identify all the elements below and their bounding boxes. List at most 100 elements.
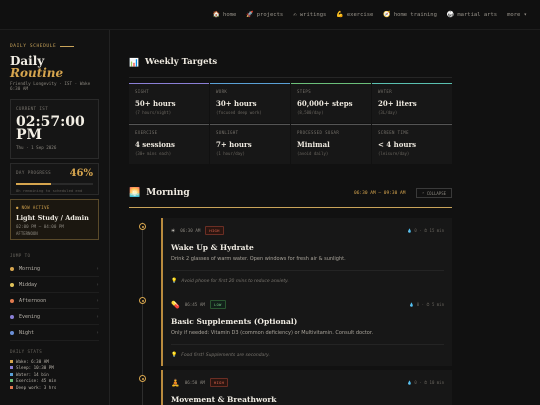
task-divider [171, 344, 444, 345]
stat-text: Wake: 6:30 AM [16, 358, 49, 364]
target-label: SIGHT [135, 89, 150, 94]
weekly-targets-grid: SIGHT 50+ hours (7 hours/night) WORK 30+ hou… [129, 83, 452, 164]
progress-percent: 46% [69, 168, 93, 179]
stat-text: Water: 14 bin [16, 371, 49, 377]
now-active-time: 02:00 PM — 04:00 PM [16, 224, 64, 229]
task-header: 🧘 06:50 AM HIGH 💧 0 · ⏱ 10 min [171, 378, 444, 387]
clock-label: CURRENT IST [16, 106, 49, 111]
target-label: EXERCISE [135, 130, 158, 135]
task-title: Basic Supplements (Optional) [171, 317, 298, 326]
target-label: SUNLIGHT [216, 130, 239, 135]
nav-martial-arts[interactable]: 🥋 martial arts [442, 11, 502, 18]
task-card[interactable]: 💊 06:45 AM LOW 💧 0 · ⏱ 5 min Basic Supplemen… [161, 292, 452, 366]
section-dot-icon [10, 282, 14, 287]
section-dot-icon [10, 298, 14, 303]
timeline-dot-icon [139, 223, 146, 230]
compass-icon: 🧭 [383, 11, 391, 18]
now-active-tag: ● NOW ACTIVE [16, 205, 50, 210]
task-header: 💊 06:45 AM LOW 💧 0 · ⏱ 5 min [171, 300, 444, 309]
nav-projects[interactable]: 🚀 projects [241, 11, 288, 18]
stat-marker-icon [10, 366, 13, 370]
nav-label: projects [256, 11, 284, 18]
nav-more-dropdown[interactable]: more ▾ [502, 12, 532, 18]
collapse-button[interactable]: ⌃ COLLAPSE [416, 188, 452, 198]
nav-home-training[interactable]: 🧭 home training [378, 11, 442, 18]
eyebrow-text: DAILY SCHEDULE [10, 44, 57, 49]
target-cell: SUNLIGHT 7+ hours (1 hour/day) [210, 124, 290, 164]
home-icon: 🏠 [212, 11, 221, 18]
target-value: 7+ hours [216, 140, 252, 149]
target-value: 20+ liters [378, 99, 417, 108]
daily-stats: Wake: 6:30 AM Sleep: 10:30 PM Water: 14 bi… [10, 358, 99, 391]
top-nav: 🏠 home 🚀 projects ✍ writings 💪 exercise 🧭 hom… [0, 0, 540, 30]
task-card[interactable]: 🧘 06:50 AM HIGH 💧 0 · ⏱ 10 min Movement & Br… [161, 370, 452, 405]
section-dot-icon [10, 266, 14, 271]
task-description: Only if needed: Vitamin D3 (common defic… [171, 330, 374, 336]
target-cell: SIGHT 50+ hours (7 hours/night) [129, 83, 209, 123]
target-value: 30+ hours [216, 99, 257, 108]
target-cell: PROCESSED SUGAR Minimal (avoid daily) [291, 124, 371, 164]
stat-marker-icon [10, 379, 13, 383]
nav-label: home [223, 11, 237, 18]
stat-marker-icon [10, 385, 13, 389]
task-card[interactable]: ☀ 06:30 AM HIGH 💧 0 · ⏱ 15 min Wake Up & Hyd… [161, 218, 452, 292]
target-sub: (3L/day) [378, 110, 398, 115]
target-cell: EXERCISE 4 sessions (30+ mins each) [129, 124, 209, 164]
chevron-right-icon: › [95, 297, 99, 304]
target-cell: SCREEN TIME < 4 hours (leisure/day) [372, 124, 452, 164]
morning-title: Morning [146, 188, 190, 198]
priority-badge: HIGH [209, 378, 229, 387]
now-active-period: AFTERNOON [16, 231, 38, 236]
clock-ampm: PM [16, 127, 43, 143]
jump-item-morning[interactable]: Morning › [10, 261, 99, 277]
jump-item-midday[interactable]: Midday › [10, 277, 99, 293]
brand-subtitle: Friendly Longevity · IST · Wake 6:30 AM [10, 82, 91, 92]
target-label: SCREEN TIME [378, 130, 409, 135]
jump-item-night[interactable]: Night › [10, 325, 99, 341]
main-content: 📊 Weekly Targets SIGHT 50+ hours (7 hours/… [111, 30, 540, 405]
progress-track [16, 183, 93, 185]
stat-text: Sleep: 10:30 PM [16, 365, 54, 371]
rocket-icon: 🚀 [246, 11, 254, 18]
target-label: WORK [216, 89, 228, 94]
target-sub: (focused deep work) [216, 110, 262, 115]
stat-row: Deep work: 3 hrs [10, 384, 99, 391]
target-sub: (8,500/day) [297, 110, 324, 115]
sun-icon: ☀ [171, 226, 176, 235]
nav-home[interactable]: 🏠 home [208, 11, 242, 18]
nav-writings[interactable]: ✍ writings [288, 11, 331, 18]
priority-badge: LOW [209, 300, 226, 309]
task-meta: 💧 0 · ⏱ 5 min [409, 302, 444, 307]
section-dot-icon [10, 330, 14, 335]
meditation-icon: 🧘 [171, 378, 180, 387]
lightbulb-icon: 💡 [171, 278, 178, 284]
task-divider [171, 270, 444, 271]
task-tip-text: Avoid phone for first 20 mins to reduce … [181, 278, 289, 284]
chevron-right-icon: › [95, 281, 99, 288]
chevron-right-icon: › [95, 265, 99, 272]
jump-item-afternoon[interactable]: Afternoon › [10, 293, 99, 309]
stat-marker-icon [10, 359, 13, 363]
brand-title-accent: Routine [10, 66, 64, 80]
timeline-dot-icon [139, 375, 146, 382]
writing-icon: ✍ [293, 11, 297, 18]
chart-icon: 📊 [129, 57, 139, 67]
morning-divider [129, 207, 452, 208]
nav-label: martial arts [457, 11, 498, 18]
eyebrow-rule [60, 46, 75, 47]
jump-item-label: Afternoon [19, 297, 47, 304]
jump-item-evening[interactable]: Evening › [10, 309, 99, 325]
stat-text: Deep work: 3 hrs [16, 384, 57, 390]
clock-card: CURRENT IST 02:57:00 PM Thu · 1 Sep 2026 [10, 99, 99, 159]
nav-exercise[interactable]: 💪 exercise [331, 11, 378, 18]
target-label: PROCESSED SUGAR [297, 130, 340, 135]
task-title: Movement & Breathwork [171, 395, 277, 404]
now-active-card[interactable]: ● NOW ACTIVE Light Study / Admin 02:00 P… [10, 199, 99, 240]
clock-date: Thu · 1 Sep 2026 [16, 145, 57, 150]
sidebar: DAILY SCHEDULE Daily Routine Friendly Lo… [0, 30, 110, 405]
target-sub: (7 hours/night) [135, 110, 172, 115]
progress-note: 8h remaining to scheduled end [16, 188, 83, 193]
sidebar-eyebrow: DAILY SCHEDULE [10, 44, 99, 49]
target-sub: (leisure/day) [378, 151, 410, 156]
lightbulb-icon: 💡 [171, 352, 178, 358]
